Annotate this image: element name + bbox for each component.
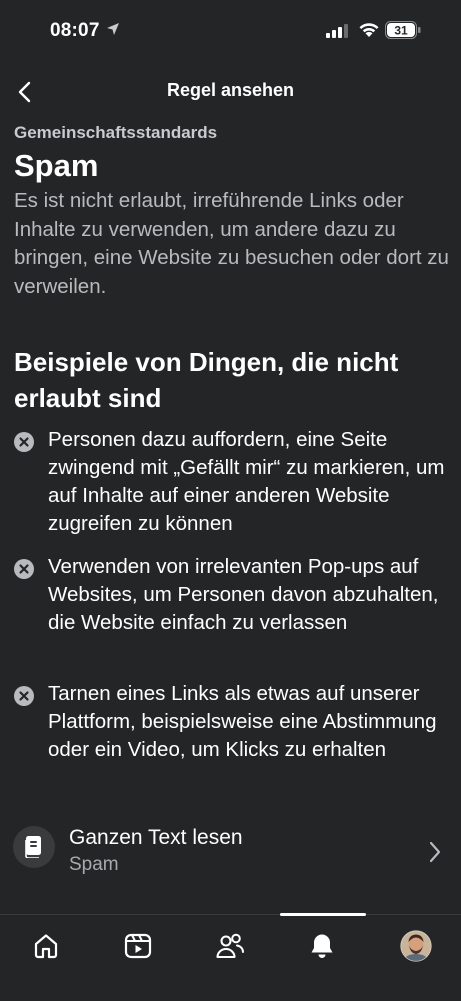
x-circle-icon [14, 559, 34, 579]
read-full-text-label: Ganzen Text lesen [69, 826, 243, 849]
bell-icon [311, 934, 333, 958]
home-icon [34, 934, 58, 959]
examples-heading: Beispiele von Dingen, die nicht erlaubt … [14, 347, 399, 413]
rule-description: Es ist nicht erlaubt, irreführende Links… [14, 189, 449, 298]
read-full-text-subtitle: Spam [69, 854, 119, 875]
tab-video[interactable] [118, 929, 158, 969]
read-full-text-row[interactable]: Ganzen Text lesen Spam [0, 814, 461, 894]
profile-avatar [400, 930, 432, 962]
example-text: Personen dazu auffordern, eine Seite zwi… [48, 428, 445, 535]
battery-level: 31 [394, 24, 408, 38]
active-tab-indicator [280, 913, 366, 916]
navigation-bar: Regel ansehen [0, 62, 461, 120]
wifi-icon [358, 21, 380, 43]
example-text: Tarnen eines Links als etwas auf unserer… [48, 682, 437, 761]
tab-notifications[interactable] [302, 929, 342, 969]
tab-profile[interactable] [396, 929, 436, 969]
status-bar: 08:07 31 [0, 0, 461, 62]
tab-friends[interactable] [210, 929, 250, 969]
tab-home[interactable] [26, 929, 66, 969]
chevron-right-icon [429, 841, 441, 863]
friends-icon [216, 933, 245, 959]
document-icon [25, 836, 41, 858]
x-circle-icon [14, 686, 34, 706]
status-time: 08:07 [50, 20, 100, 41]
video-icon [124, 933, 152, 959]
bottom-tab-bar [0, 913, 461, 1001]
x-circle-icon [14, 432, 34, 452]
battery-icon: 31 [385, 21, 421, 44]
section-label: Gemeinschaftsstandards [14, 123, 218, 142]
location-arrow-icon [106, 22, 120, 41]
example-text: Verwenden von irrelevanten Pop-ups auf W… [48, 555, 439, 634]
cellular-signal-icon [326, 24, 348, 43]
read-icon-container [13, 826, 55, 868]
page-title: Regel ansehen [166, 80, 295, 100]
rule-title: Spam [14, 148, 99, 183]
